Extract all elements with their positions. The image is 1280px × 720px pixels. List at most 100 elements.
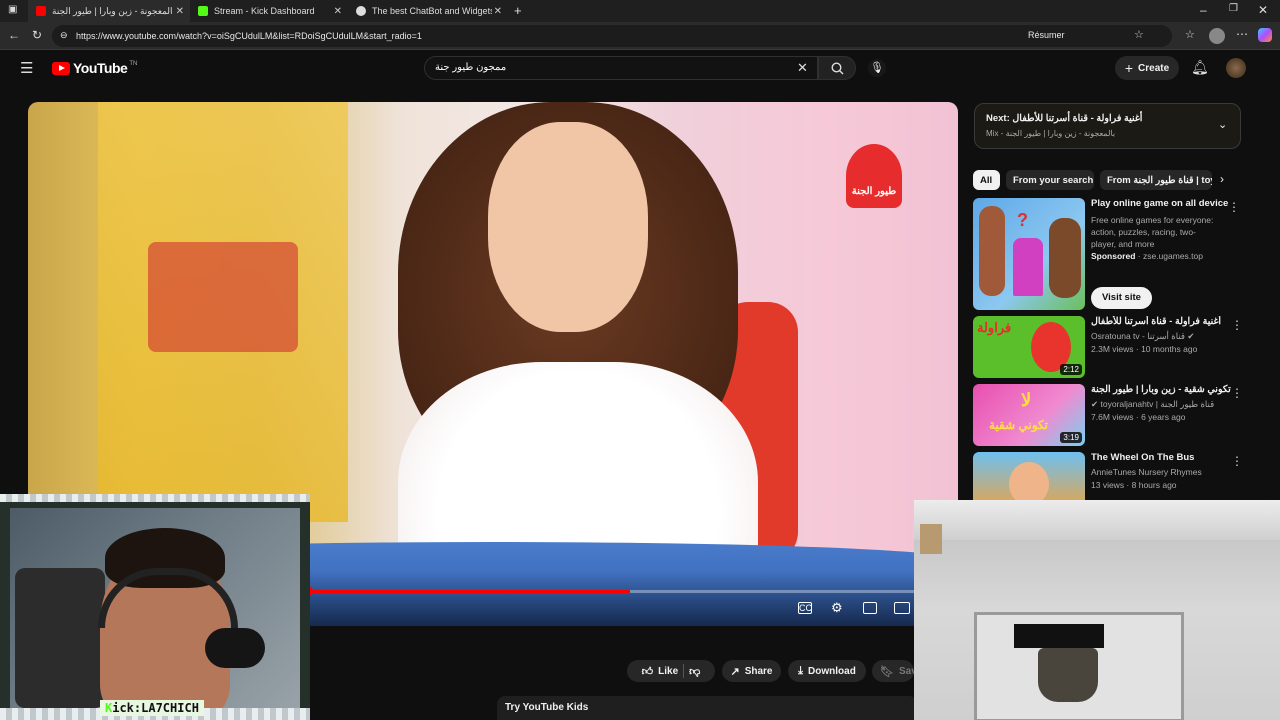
clear-search-icon[interactable]: ✕: [797, 57, 808, 79]
tab-kick[interactable]: Stream - Kick Dashboard ✕: [190, 0, 348, 22]
back-icon[interactable]: ←: [8, 28, 20, 42]
verified-icon: ✔: [1091, 399, 1099, 409]
microphone: [205, 628, 265, 668]
video-thumbnail[interactable]: فراولة 2:12: [973, 316, 1085, 378]
search-button[interactable]: [818, 56, 856, 80]
tab-actions-icon[interactable]: ▣: [8, 4, 17, 15]
channel-line: Osratouna tv - قناة أسرتنا ✔: [1091, 331, 1194, 342]
list-item[interactable]: The Wheel On The Bus AnnieTunes Nursery …: [973, 452, 1263, 500]
tab-youtube[interactable]: بالمعجونة - زين وبارا | طيور الجنة ✕: [28, 0, 190, 22]
favorites-icon[interactable]: ☆: [1185, 28, 1195, 41]
room-camera-overlay: [914, 500, 1280, 720]
miniplayer-icon[interactable]: [863, 602, 877, 614]
like-button[interactable]: 👍︎ Like: [642, 665, 679, 678]
close-tab-icon[interactable]: ✕: [334, 6, 342, 17]
chevron-down-icon[interactable]: ⌄: [1218, 118, 1227, 131]
try-youtube-kids-bar[interactable]: Try YouTube Kids: [497, 696, 917, 720]
thumbnail-subtitle-text: تكوني شقية: [989, 418, 1049, 432]
video-meta: 7.6M views · 6 years ago: [1091, 412, 1186, 422]
list-item[interactable]: فراولة 2:12 أغنية فراولة - قناة أسرتنا ل…: [973, 316, 1263, 378]
more-options-icon[interactable]: ⋮: [1228, 200, 1240, 214]
dislike-button[interactable]: 👎︎: [689, 665, 700, 678]
close-window-icon[interactable]: ✕: [1258, 3, 1268, 17]
ad-dress: [1013, 238, 1043, 296]
tab-chatbot[interactable]: The best ChatBot and Widgets fo ✕: [348, 0, 508, 22]
captions-icon[interactable]: CC: [798, 602, 812, 614]
close-tab-icon[interactable]: ✕: [176, 6, 184, 17]
share-icon: ↗: [730, 665, 740, 678]
tab-title: Stream - Kick Dashboard: [214, 6, 315, 16]
logo-text: YouTube: [73, 60, 128, 76]
share-button[interactable]: ↗ Share: [722, 660, 781, 682]
sponsored-ad[interactable]: ? Play online game on all device Free on…: [973, 198, 1263, 310]
streamer-webcam-overlay: Kick:LA7CHICH: [0, 494, 310, 720]
url-field[interactable]: ⊖ https://www.youtube.com/watch?v=oiSgCU…: [52, 25, 1172, 47]
hamburger-menu-icon[interactable]: ☰: [20, 59, 33, 77]
visit-site-button[interactable]: Visit site: [1091, 287, 1152, 309]
room-door-window: [1014, 624, 1104, 648]
voice-search-icon[interactable]: 🎙: [868, 59, 886, 77]
verified-icon: ✔: [1187, 331, 1195, 341]
kick-favicon-icon: [198, 6, 208, 16]
video-thumbnail[interactable]: [973, 452, 1085, 500]
close-tab-icon[interactable]: ✕: [494, 6, 502, 17]
bookmark-icon: 🔖︎: [880, 665, 894, 678]
chip-all[interactable]: All: [973, 170, 1000, 190]
minimize-icon[interactable]: –: [1200, 3, 1207, 17]
theater-mode-icon[interactable]: [894, 602, 910, 614]
youtube-logo[interactable]: YouTube TN: [52, 60, 137, 76]
channel-name[interactable]: Osratouna tv - قناة أسرتنا: [1091, 331, 1185, 341]
chevron-right-icon[interactable]: ›: [1220, 172, 1224, 186]
search-input[interactable]: ممجون طيور جنة ✕: [424, 56, 818, 80]
chip-from-channel[interactable]: From قناة طيور الجنة | toyor: [1100, 170, 1212, 190]
next-subtitle: Mix - بالمعجونة - زين وبارا | طيور الجنة: [986, 129, 1116, 138]
share-label: Share: [744, 665, 773, 677]
more-options-icon[interactable]: ⋮: [1231, 454, 1243, 468]
youtube-header: ☰ YouTube TN ممجون طيور جنة ✕ 🎙 + Create…: [0, 50, 1280, 90]
channel-watermark[interactable]: طيور الجنة: [846, 144, 902, 208]
more-options-icon[interactable]: ⋮: [1231, 318, 1243, 332]
autoplay-next-panel[interactable]: Next: أغنية فراولة - قناة أسرتنا للأطفال…: [974, 103, 1241, 149]
browser-address-bar: ← ↻ ⊖ https://www.youtube.com/watch?v=oi…: [0, 22, 1280, 50]
ad-domain: · zse.ugames.top: [1137, 251, 1203, 261]
notifications-bell-icon[interactable]: 🔔︎: [1191, 59, 1209, 76]
favorite-star-icon[interactable]: ☆: [1134, 28, 1144, 41]
list-item[interactable]: لا تكوني شقية 3:19 لا تكوني شقية - زين و…: [973, 384, 1263, 446]
maximize-icon[interactable]: ❐: [1229, 3, 1238, 14]
next-prefix: Next:: [986, 113, 1010, 124]
menu-dots-icon[interactable]: ⋯: [1236, 27, 1248, 41]
gaming-chair: [15, 568, 105, 708]
save-button[interactable]: 🔖︎ Save: [872, 660, 914, 682]
ad-sponsor-line: Sponsored · zse.ugames.top: [1091, 251, 1203, 261]
channel-name[interactable]: toyoraljanahtv | قناة طيور الجنة: [1101, 399, 1215, 409]
settings-gear-icon[interactable]: ⚙: [831, 600, 845, 615]
account-avatar[interactable]: [1226, 58, 1246, 78]
search-icon: [831, 62, 844, 75]
ad-thumbnail[interactable]: ?: [973, 198, 1085, 310]
profile-avatar[interactable]: [1209, 28, 1225, 44]
webcam-feed: [10, 508, 300, 718]
tab-title: بالمعجونة - زين وبارا | طيور الجنة: [52, 5, 172, 16]
refresh-icon[interactable]: ↻: [32, 28, 42, 42]
copilot-icon[interactable]: [1258, 28, 1272, 42]
video-thumbnail[interactable]: لا تكوني شقية 3:19: [973, 384, 1085, 446]
chip-from-search[interactable]: From your search: [1006, 170, 1094, 190]
resume-button[interactable]: Résumer: [1028, 30, 1065, 40]
url-text: https://www.youtube.com/watch?v=oiSgCUdu…: [76, 31, 422, 41]
ad-description: Free online games for everyone: action, …: [1091, 215, 1214, 249]
browser-tab-bar: ▣ بالمعجونة - زين وبارا | طيور الجنة ✕ S…: [0, 0, 1280, 22]
create-button[interactable]: + Create: [1115, 56, 1179, 80]
download-button[interactable]: ⤓ Download: [788, 660, 866, 682]
room-ceiling: [914, 500, 1280, 540]
channel-line: ✔ toyoraljanahtv | قناة طيور الجنة: [1091, 399, 1214, 410]
room-hanging-cloth: [1038, 648, 1098, 702]
more-options-icon[interactable]: ⋮: [1231, 386, 1243, 400]
progress-bar[interactable]: [303, 586, 928, 596]
frame-top-border: [0, 494, 310, 502]
progress-played: [308, 590, 631, 593]
channel-name[interactable]: AnnieTunes Nursery Rhymes: [1091, 467, 1202, 477]
site-info-icon[interactable]: ⊖: [60, 30, 68, 41]
ad-bear: [1049, 218, 1081, 298]
new-tab-icon[interactable]: +: [514, 3, 522, 18]
download-icon: ⤓: [798, 664, 804, 677]
